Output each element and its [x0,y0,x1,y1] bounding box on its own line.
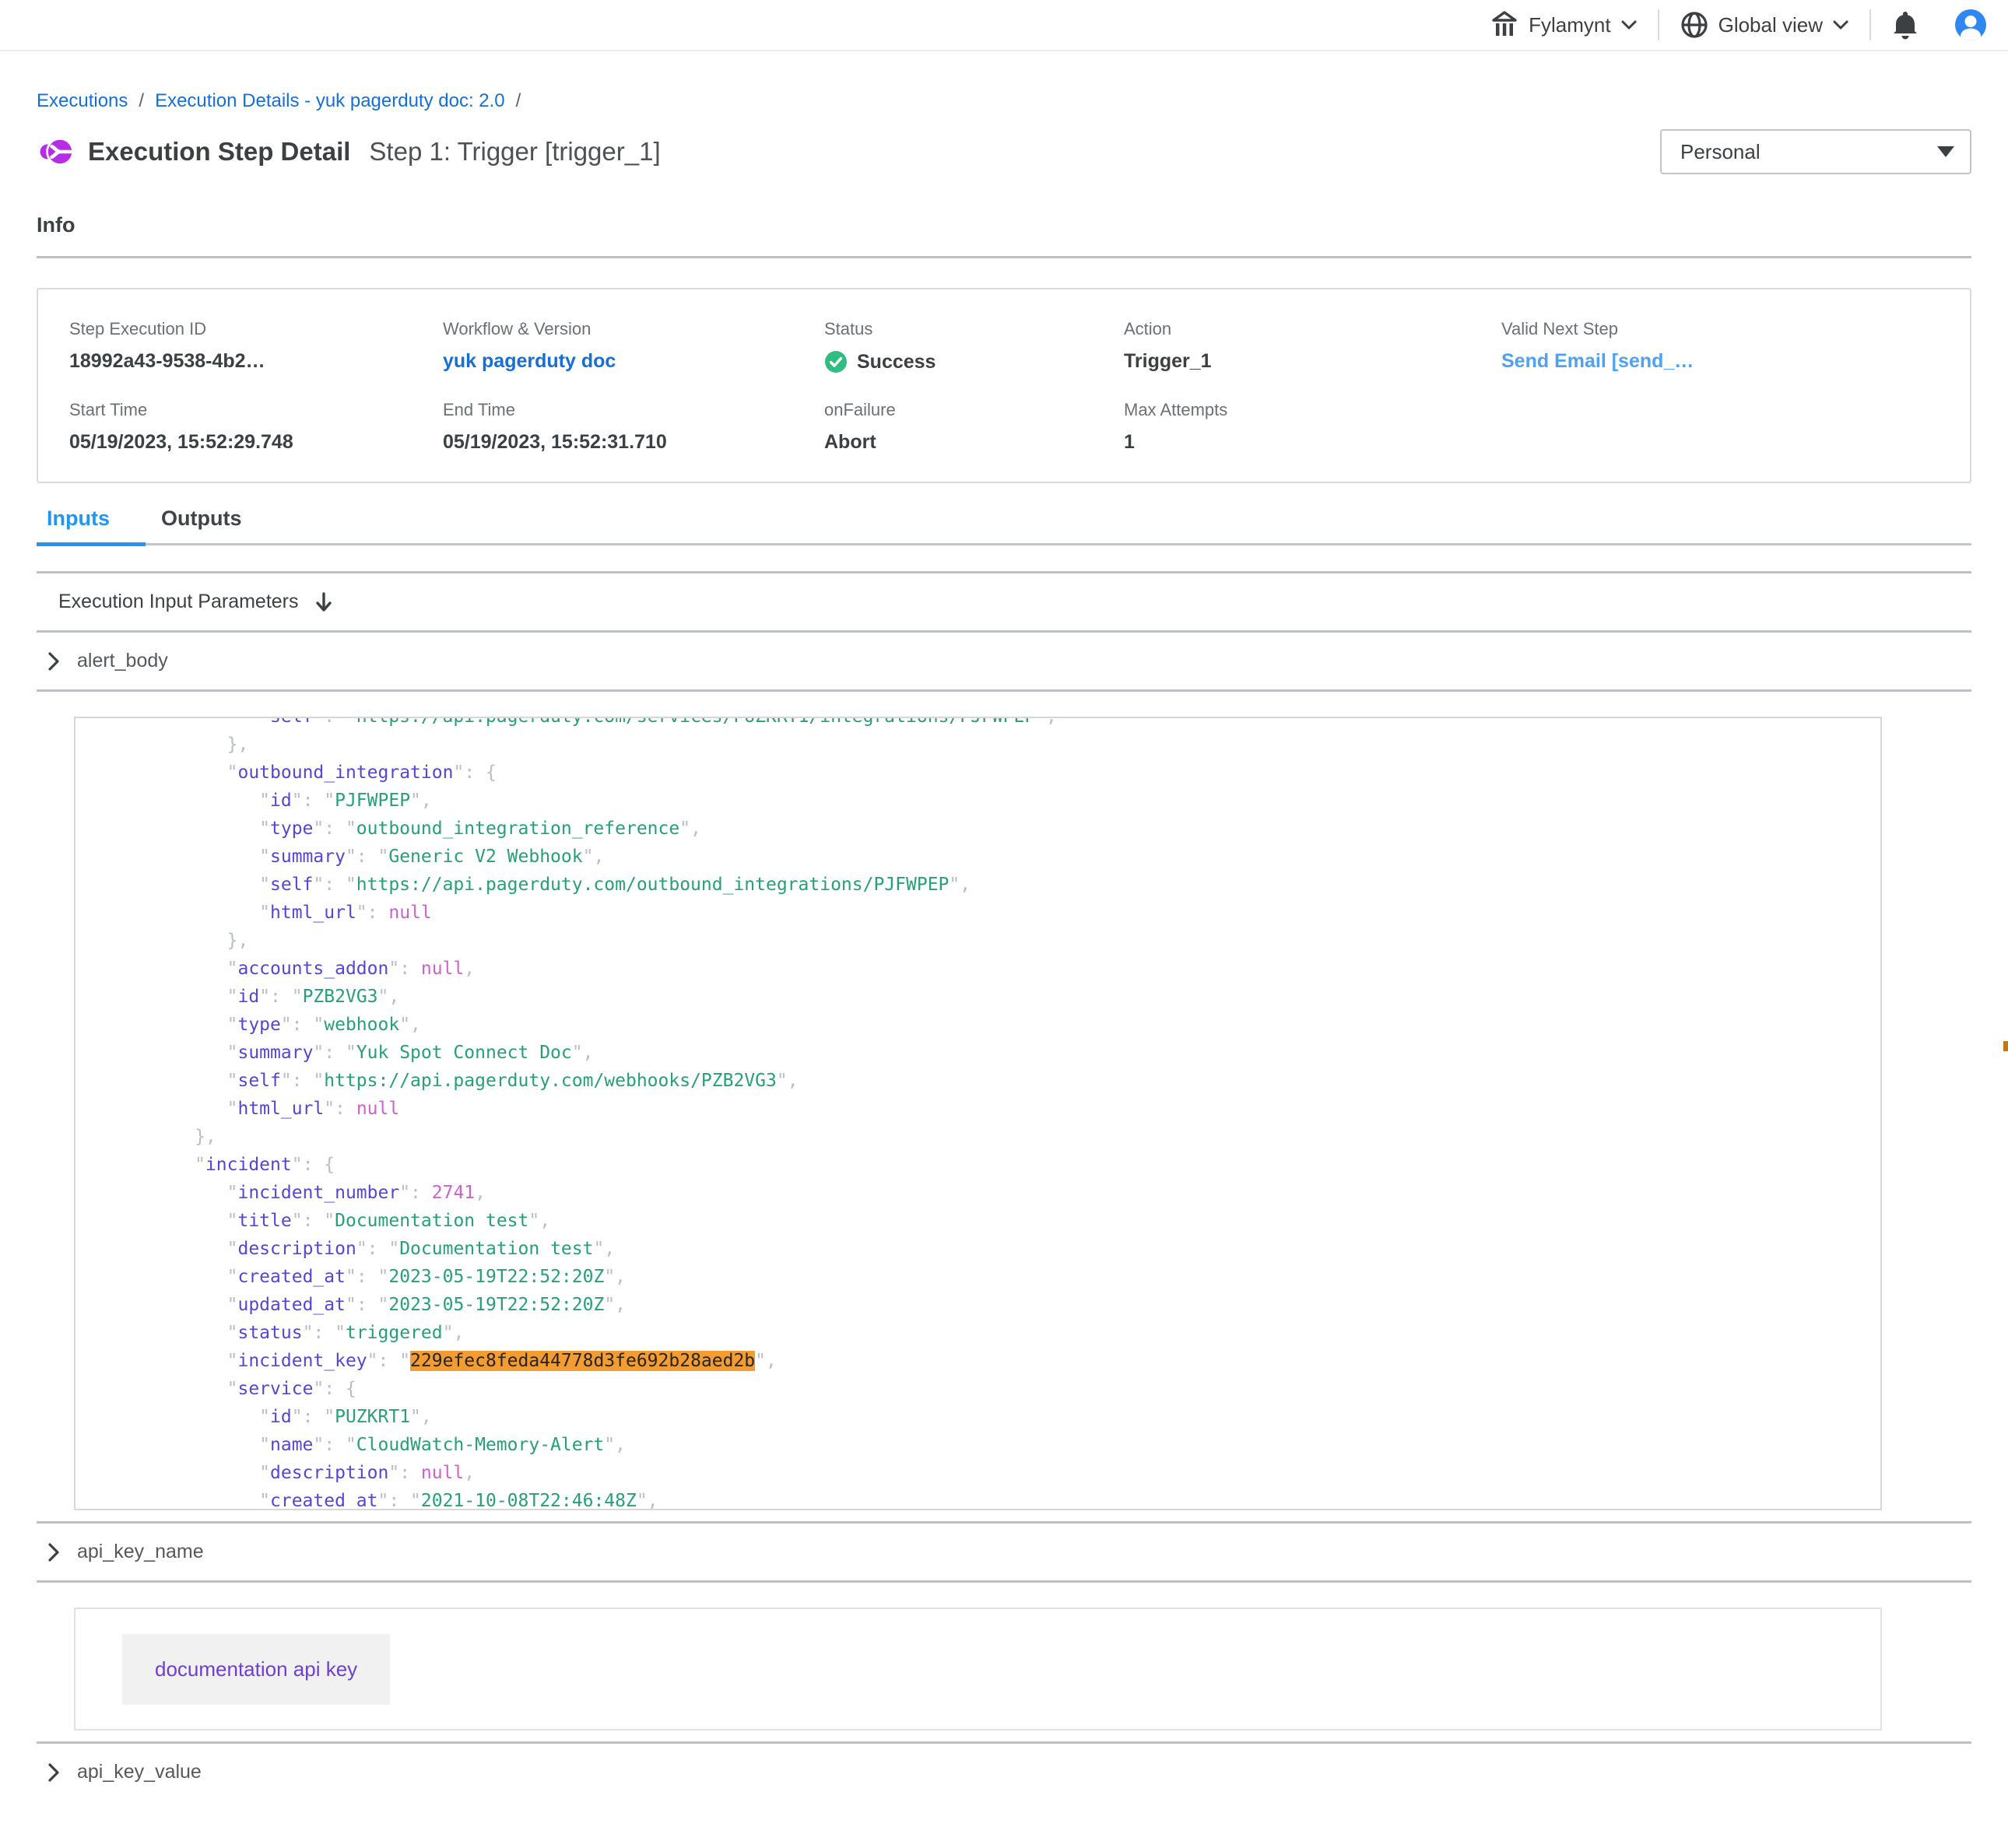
params-header-label: Execution Input Parameters [58,591,299,613]
view-name: Global view [1718,13,1823,37]
info-heading: Info [37,213,1971,237]
user-avatar[interactable] [1954,8,1988,42]
view-switcher[interactable]: Global view [1680,10,1849,40]
field-max-attempts: Max Attempts 1 [1124,400,1501,454]
org-switcher[interactable]: Fylamynt [1490,10,1637,40]
tab-underline [37,543,1971,545]
info-card: Step Execution ID 18992a43-9538-4b2… Wor… [37,288,1971,483]
chevron-right-icon [47,651,60,672]
scope-selected-value: Personal [1680,140,1761,164]
execution-input-parameters-header: Execution Input Parameters [37,573,1971,630]
field-start-time: Start Time 05/19/2023, 15:52:29.748 [69,400,443,454]
api-key-name-chip: documentation api key [122,1634,390,1705]
section-divider [37,256,1971,258]
globe-icon [1680,10,1709,40]
breadcrumb: Executions / Execution Details - yuk pag… [37,90,1971,112]
field-step-execution-id: Step Execution ID 18992a43-9538-4b2… [69,319,443,373]
param-row-alert-body[interactable]: alert_body [37,633,1971,689]
notifications-bell-icon[interactable] [1891,9,1919,40]
page-title: Execution Step Detail [88,137,350,167]
param-row-api-key-value[interactable]: api_key_value [37,1744,1971,1801]
tab-bar: Inputs Outputs [37,507,1971,543]
field-onfailure: onFailure Abort [824,400,1124,454]
field-valid-next-step: Valid Next Step Send Email [send_… [1501,319,1939,373]
scrollbar-find-marker [2003,1041,2008,1051]
breadcrumb-separator: / [139,90,144,112]
caret-down-icon [1937,146,1954,157]
breadcrumb-executions-link[interactable]: Executions [37,90,128,112]
field-end-time: End Time 05/19/2023, 15:52:31.710 [443,400,824,454]
field-action: Action Trigger_1 [1124,319,1501,373]
top-bar: Fylamynt Global view [0,0,2008,51]
divider [1869,9,1871,40]
status-badge: Success [857,351,936,373]
chevron-down-icon [1620,19,1638,30]
workflow-step-icon [37,133,74,170]
tab-inputs[interactable]: Inputs [47,507,110,543]
active-tab-indicator [37,542,146,546]
alert-body-code-viewer[interactable]: "self": "https://api.pagerduty.com/servi… [74,717,1882,1510]
main-content: Executions / Execution Details - yuk pag… [0,90,2008,1801]
page-subtitle: Step 1: Trigger [trigger_1] [369,137,660,167]
chevron-right-icon [47,1542,60,1562]
breadcrumb-separator: / [516,90,521,112]
scope-select[interactable]: Personal [1660,129,1971,174]
org-name: Fylamynt [1529,13,1610,37]
param-row-api-key-name[interactable]: api_key_name [37,1524,1971,1580]
breadcrumb-execution-details-link[interactable]: Execution Details - yuk pagerduty doc: 2… [155,90,505,112]
param-label: api_key_value [77,1761,202,1783]
chevron-right-icon [47,1762,60,1783]
next-step-link[interactable]: Send Email [send_… [1501,350,1694,372]
chevron-down-icon [1832,19,1849,30]
success-check-icon [824,350,848,373]
field-status: Status Success [824,319,1124,373]
title-row: Execution Step Detail Step 1: Trigger [t… [37,129,1971,174]
field-workflow-version: Workflow & Version yuk pagerduty doc [443,319,824,373]
section-divider [37,1580,1971,1583]
param-label: api_key_name [77,1541,204,1563]
workflow-link[interactable]: yuk pagerduty doc [443,350,616,372]
param-label: alert_body [77,650,168,672]
api-key-name-value-box: documentation api key [74,1608,1882,1731]
json-code: "self": "https://api.pagerduty.com/servi… [75,717,1880,1510]
tab-outputs[interactable]: Outputs [161,507,241,543]
divider [1658,9,1659,40]
section-divider [37,689,1971,692]
arrow-down-icon[interactable] [314,591,333,613]
organization-icon [1490,10,1519,40]
